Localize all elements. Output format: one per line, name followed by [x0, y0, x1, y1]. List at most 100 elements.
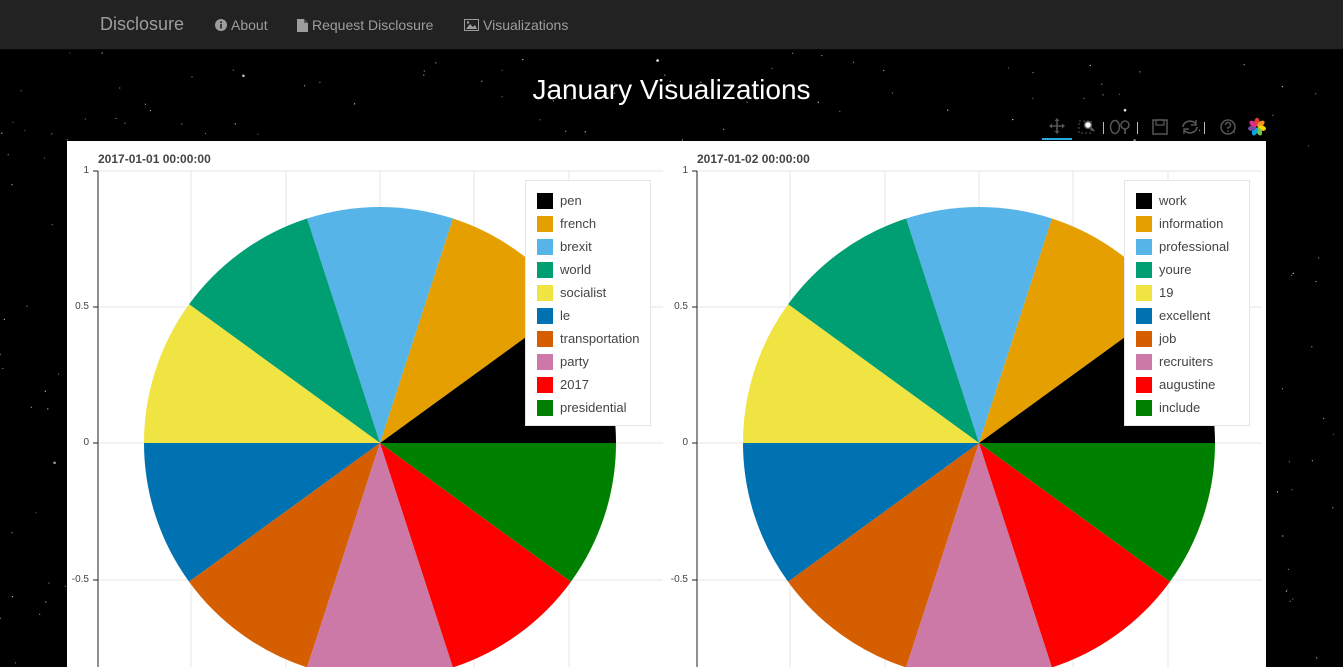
legend-item: 2017	[537, 376, 589, 393]
pie-chart-2: 1 0.5 0 -0.5 2017-01-02 00:00:00 work informat…	[666, 141, 1266, 667]
y-tick-label: 1	[682, 165, 688, 176]
star	[1272, 114, 1274, 116]
legend-label: excellent	[1159, 308, 1211, 323]
legend-item: youre	[1136, 261, 1192, 278]
help-tool[interactable]	[1216, 114, 1240, 140]
legend-item: french	[537, 215, 596, 232]
wheel-zoom-icon	[1109, 119, 1130, 135]
star	[435, 62, 437, 64]
nav-item-about[interactable]: About	[215, 17, 268, 33]
plot-toolbar	[1041, 114, 1271, 140]
star	[1287, 568, 1289, 570]
y-tick-label: 0.5	[674, 301, 688, 312]
legend-label: professional	[1159, 239, 1230, 254]
legend-label: recruiters	[1159, 354, 1214, 369]
star	[1291, 489, 1293, 491]
star	[1012, 119, 1014, 121]
legend-label: presidential	[560, 400, 627, 415]
legend-swatch	[1136, 215, 1152, 232]
legend-label: socialist	[560, 285, 607, 300]
legend-item: world	[537, 261, 591, 278]
star	[1089, 64, 1091, 67]
star	[51, 224, 53, 226]
star	[771, 67, 773, 69]
legend-item: job	[1136, 330, 1176, 347]
legend-item: excellent	[1136, 307, 1210, 324]
star	[2, 367, 4, 370]
legend-label: information	[1159, 216, 1224, 231]
chart-title: 2017-01-01 00:00:00	[98, 152, 211, 166]
star	[149, 110, 151, 112]
nav-label-visualizations: Visualizations	[483, 17, 569, 33]
legend-item: information	[1136, 215, 1223, 232]
legend-swatch	[1136, 353, 1152, 370]
bokeh-logo[interactable]	[1245, 114, 1269, 140]
legend-label: pen	[560, 193, 582, 208]
star	[1007, 67, 1010, 69]
legend-item: recruiters	[1136, 353, 1213, 370]
reset-icon	[1182, 120, 1198, 134]
wheel-zoom-tool[interactable]	[1109, 114, 1133, 140]
star	[30, 406, 32, 408]
legend-item: brexit	[537, 238, 592, 255]
nav-label-request-disclosure: Request Disclosure	[312, 17, 434, 33]
star	[1139, 71, 1141, 73]
star	[53, 461, 56, 465]
star	[15, 662, 17, 664]
legend-swatch	[537, 353, 553, 370]
y-tick-label: 0	[682, 437, 688, 448]
toolbar-separator	[1137, 122, 1138, 134]
legend-swatch	[1136, 399, 1152, 416]
nav-item-visualizations[interactable]: Visualizations	[464, 17, 568, 33]
star	[84, 118, 86, 120]
star	[69, 52, 71, 54]
pan-tool[interactable]	[1042, 114, 1072, 140]
star	[64, 585, 66, 588]
save-tool[interactable]	[1148, 114, 1172, 140]
star	[1282, 388, 1284, 390]
star	[124, 122, 126, 124]
star	[1323, 417, 1325, 420]
y-tick-label: 0	[83, 437, 89, 448]
legend-label: brexit	[560, 239, 592, 254]
star	[584, 131, 586, 133]
file-icon	[297, 18, 308, 32]
legend-swatch	[537, 330, 553, 347]
star	[565, 130, 567, 132]
star	[0, 353, 1, 355]
legend-swatch	[1136, 307, 1152, 324]
legend-swatch	[1136, 261, 1152, 278]
reset-tool[interactable]	[1178, 114, 1202, 140]
star	[1286, 589, 1288, 591]
legend-swatch	[537, 261, 553, 278]
legend-label: le	[560, 308, 571, 323]
star	[24, 130, 26, 132]
star	[839, 110, 841, 112]
box-zoom-tool[interactable]	[1075, 114, 1099, 140]
legend-swatch	[537, 284, 553, 301]
legend-item: presidential	[537, 399, 627, 416]
legend-item: professional	[1136, 238, 1229, 255]
legend-swatch	[1136, 376, 1152, 393]
help-icon	[1220, 119, 1236, 135]
chart-legend: work information professional youre 19 excell…	[1124, 180, 1250, 426]
nav-label-about: About	[231, 17, 268, 33]
star	[7, 154, 9, 156]
y-tick-label: 0.5	[75, 301, 89, 312]
nav-item-request-disclosure[interactable]: Request Disclosure	[297, 17, 433, 33]
legend-swatch	[1136, 284, 1152, 301]
legend-swatch	[537, 399, 553, 416]
brand-link[interactable]: Disclosure	[100, 14, 184, 35]
star	[0, 617, 1, 619]
star	[522, 59, 524, 61]
star	[821, 55, 823, 57]
star	[656, 59, 659, 62]
star	[501, 69, 503, 71]
legend-swatch	[537, 215, 553, 232]
pie-chart-1: 1 0.5 0 -0.5 2017-01-01 00:00:00 pen french bre…	[67, 141, 667, 667]
legend-item: work	[1136, 192, 1186, 209]
legend-swatch	[1136, 330, 1152, 347]
legend-item: pen	[537, 192, 582, 209]
star	[39, 613, 41, 616]
star	[44, 157, 46, 159]
